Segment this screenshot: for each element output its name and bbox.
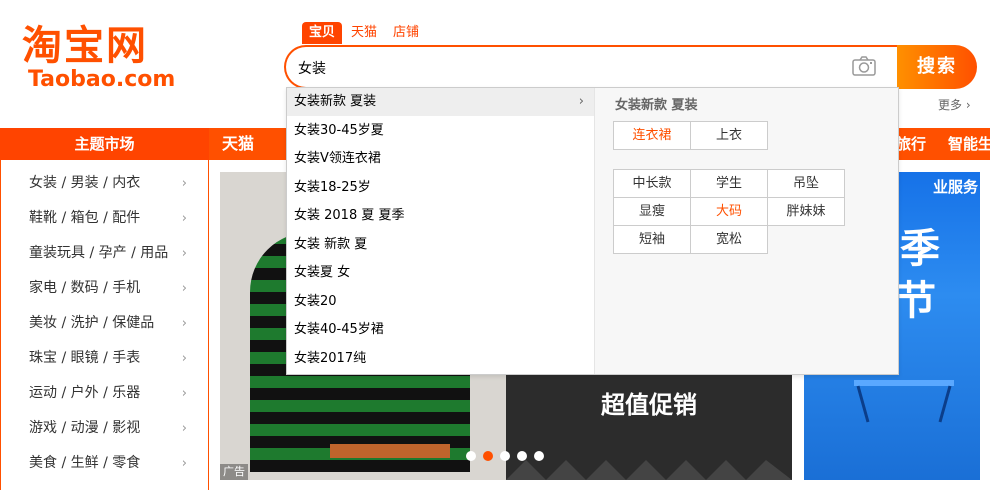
category-item[interactable]: 童装玩具 / 孕产 / 用品 ›: [29, 236, 199, 271]
carousel-dot[interactable]: [517, 451, 527, 461]
category-label: 美妆 / 洗护 / 保健品: [29, 315, 155, 331]
carousel-dot-active[interactable]: [483, 451, 493, 461]
tag-slimming[interactable]: 显瘦: [613, 197, 691, 226]
tab-shop[interactable]: 店铺: [386, 22, 426, 44]
suggestion-item[interactable]: 女装夏 女: [287, 259, 594, 287]
chevron-right-icon: ›: [181, 281, 187, 296]
category-item[interactable]: 女装 / 男装 / 内衣 ›: [29, 166, 199, 201]
chevron-right-icon: ›: [181, 351, 187, 366]
suggestion-text: 女装新款 夏装: [294, 94, 377, 109]
camera-icon[interactable]: [852, 56, 876, 76]
nav-theme-market[interactable]: 主题市场: [0, 128, 209, 160]
logo-english: Taobao.com: [28, 67, 176, 92]
chevron-right-icon: ›: [181, 421, 187, 436]
table-illustration: [854, 380, 954, 423]
suggestion-item[interactable]: 女装V领连衣裙: [287, 145, 594, 173]
promo-banner[interactable]: 超值促销: [506, 375, 792, 480]
belt-image: [330, 444, 450, 458]
suggestion-item[interactable]: 女装18-25岁: [287, 174, 594, 202]
category-item[interactable]: 美妆 / 洗护 / 保健品 ›: [29, 306, 199, 341]
category-label: 运动 / 户外 / 乐器: [29, 385, 141, 401]
tab-tmall[interactable]: 天猫: [344, 22, 384, 44]
chevron-right-icon: ›: [181, 211, 187, 226]
chevron-right-icon: ›: [965, 98, 971, 112]
taobao-logo[interactable]: 淘宝网 Taobao.com: [22, 24, 192, 104]
tag-mid-length[interactable]: 中长款: [613, 169, 691, 198]
category-label: 家电 / 数码 / 手机: [29, 280, 141, 296]
suggestion-list: 女装新款 夏装 › 女装30-45岁夏 女装V领连衣裙 女装18-25岁 女装 2…: [287, 88, 594, 374]
tag-dress[interactable]: 连衣裙: [613, 121, 691, 150]
more-link[interactable]: 更多 ›: [938, 96, 971, 113]
tag-student[interactable]: 学生: [690, 169, 768, 198]
tag-chubby[interactable]: 胖妹妹: [767, 197, 845, 226]
ad-tag: 广告: [220, 464, 248, 480]
chevron-right-icon: ›: [578, 94, 584, 109]
carousel-dots: [466, 451, 544, 461]
tag-short-sleeve[interactable]: 短袖: [613, 225, 691, 254]
search-tabs: 宝贝 天猫 店铺: [302, 22, 428, 44]
search-suggestion-dropdown: 女装新款 夏装 › 女装30-45岁夏 女装V领连衣裙 女装18-25岁 女装 2…: [286, 87, 899, 375]
carousel-dot[interactable]: [466, 451, 476, 461]
search-box: [284, 45, 900, 89]
category-item[interactable]: 美食 / 生鲜 / 零食 ›: [29, 446, 199, 481]
category-item[interactable]: 家电 / 数码 / 手机 ›: [29, 271, 199, 306]
nav-travel[interactable]: 旅行: [896, 128, 926, 160]
category-sidebar: 女装 / 男装 / 内衣 › 鞋靴 / 箱包 / 配件 › 童装玩具 / 孕产 / …: [0, 160, 209, 490]
chevron-right-icon: ›: [181, 456, 187, 471]
category-label: 珠宝 / 眼镜 / 手表: [29, 350, 141, 366]
zigzag-pattern: [506, 460, 792, 480]
tag-top[interactable]: 上衣: [690, 121, 768, 150]
suggestion-item[interactable]: 女装40-45岁裙: [287, 316, 594, 344]
suggestion-item[interactable]: 女装新款 夏装 ›: [287, 88, 594, 116]
chevron-right-icon: ›: [181, 316, 187, 331]
category-label: 女装 / 男装 / 内衣: [29, 175, 141, 191]
tag-plus-size[interactable]: 大码: [690, 197, 768, 226]
category-item[interactable]: 鞋靴 / 箱包 / 配件 ›: [29, 201, 199, 236]
category-label: 鞋靴 / 箱包 / 配件: [29, 210, 141, 226]
search-button[interactable]: 搜索: [897, 45, 977, 89]
chevron-right-icon: ›: [181, 386, 187, 401]
tag-loose[interactable]: 宽松: [690, 225, 768, 254]
suggestion-item[interactable]: 女装 新款 夏: [287, 231, 594, 259]
category-item[interactable]: 游戏 / 动漫 / 影视 ›: [29, 411, 199, 446]
category-label: 游戏 / 动漫 / 影视: [29, 420, 141, 436]
tab-baobei[interactable]: 宝贝: [302, 22, 343, 44]
nav-tmall[interactable]: 天猫: [222, 128, 254, 160]
suggestion-item[interactable]: 女装 2018 夏 夏季: [287, 202, 594, 230]
side-banner-char-1: 季: [900, 226, 940, 272]
chevron-right-icon: ›: [181, 246, 187, 261]
suggestion-detail-panel: 女装新款 夏装 连衣裙 上衣 中长款 学生 吊坠 显瘦 大码 胖妹妹 短袖 宽松: [594, 88, 898, 374]
nav-smart[interactable]: 智能生: [948, 128, 990, 160]
carousel-dot[interactable]: [534, 451, 544, 461]
suggestion-item[interactable]: 女装30-45岁夏: [287, 117, 594, 145]
suggestion-item[interactable]: 女装2017纯: [287, 345, 594, 373]
more-label: 更多: [938, 98, 963, 112]
carousel-dot[interactable]: [500, 451, 510, 461]
chevron-right-icon: ›: [181, 176, 187, 191]
category-item[interactable]: 运动 / 户外 / 乐器 ›: [29, 376, 199, 411]
category-label: 美食 / 生鲜 / 零食: [29, 455, 141, 471]
promo-title: 超值促销: [601, 391, 697, 419]
search-input[interactable]: [298, 57, 838, 79]
tag-pendant[interactable]: 吊坠: [767, 169, 845, 198]
suggestion-item[interactable]: 女装20: [287, 288, 594, 316]
side-banner-char-2: 节: [896, 278, 936, 324]
category-label: 童装玩具 / 孕产 / 用品: [29, 245, 169, 261]
category-item[interactable]: 珠宝 / 眼镜 / 手表 ›: [29, 341, 199, 376]
panel-title: 女装新款 夏装: [615, 98, 698, 113]
logo-chinese: 淘宝网: [22, 23, 148, 69]
